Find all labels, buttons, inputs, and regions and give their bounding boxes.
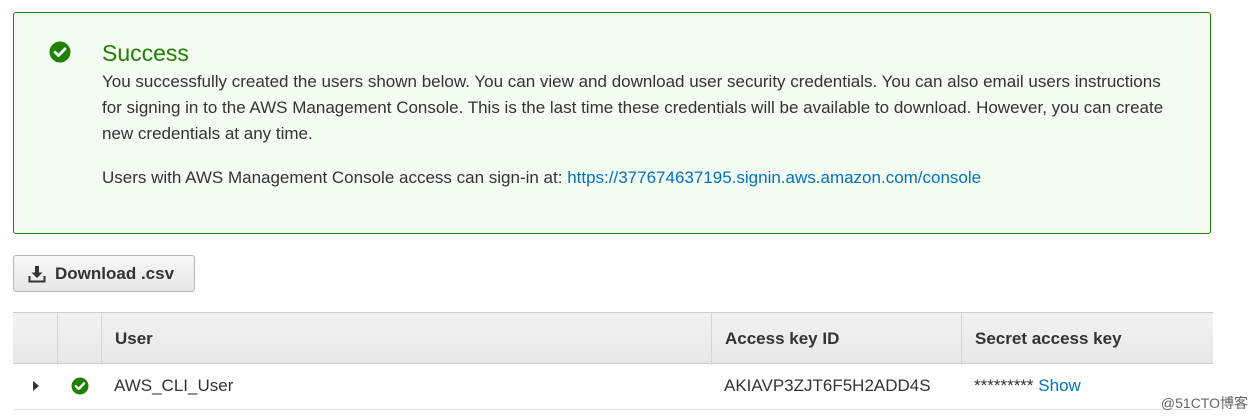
check-circle-icon: [71, 377, 89, 395]
header-expand-col: [13, 313, 57, 365]
alert-title: Success: [102, 40, 189, 66]
download-csv-button[interactable]: Download .csv: [13, 255, 195, 292]
table-header: User Access key ID Secret access key: [13, 312, 1213, 365]
alert-message: You successfully created the users shown…: [102, 72, 1164, 143]
watermark: @51CTO博客: [1160, 395, 1248, 411]
header-user[interactable]: User: [101, 313, 711, 365]
download-csv-label: Download .csv: [55, 263, 175, 283]
download-icon: [28, 265, 46, 282]
success-alert: Success You successfully created the use…: [13, 12, 1211, 234]
page: Success You successfully created the use…: [0, 0, 1256, 419]
users-table: User Access key ID Secret access key AWS…: [13, 312, 1213, 410]
signin-line: Users with AWS Management Console access…: [102, 165, 981, 191]
table-row: AWS_CLI_User AKIAVP3ZJT6F5H2ADD4S ******…: [13, 364, 1213, 410]
cell-access-key-id: AKIAVP3ZJT6F5H2ADD4S: [724, 376, 931, 395]
header-access-key-id[interactable]: Access key ID: [711, 313, 961, 365]
cell-secret-access-key: ********* Show: [961, 364, 1081, 410]
check-circle-icon: [49, 41, 71, 63]
header-status-col: [57, 313, 101, 365]
signin-prefix: Users with AWS Management Console access…: [102, 168, 568, 187]
show-secret-link[interactable]: Show: [1038, 376, 1081, 395]
signin-url-link[interactable]: https://377674637195.signin.aws.amazon.c…: [567, 168, 981, 187]
secret-masked: *********: [974, 376, 1034, 395]
header-secret-access-key[interactable]: Secret access key: [961, 313, 1213, 365]
caret-right-icon[interactable]: [33, 381, 39, 391]
cell-user: AWS_CLI_User: [114, 376, 234, 395]
